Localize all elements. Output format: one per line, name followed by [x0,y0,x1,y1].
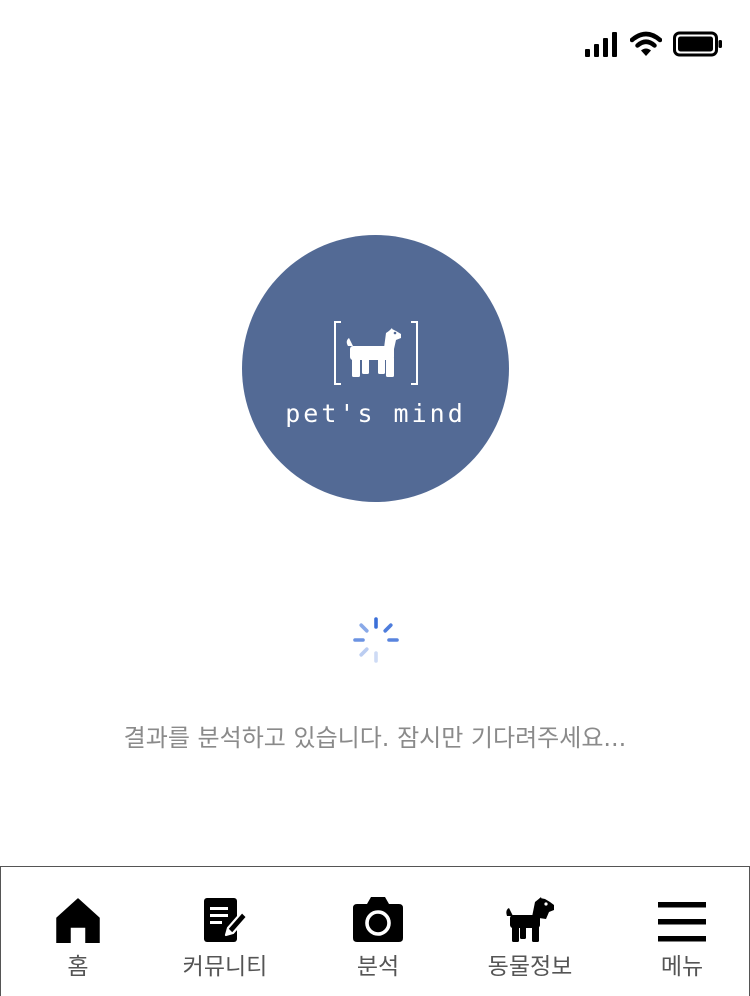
loading-message: 결과를 분석하고 있습니다. 잠시만 기다려주세요... [123,724,627,752]
loading-spinner-icon [351,615,401,665]
status-icons [585,31,723,61]
tab-menu[interactable]: 메뉴 [642,867,722,995]
document-edit-icon [202,895,248,943]
tab-animal-info-label: 동물정보 [487,954,573,980]
status-bar [0,0,750,90]
cellular-signal-icon [585,31,619,61]
dog-icon [505,895,555,943]
tab-analysis-label: 분석 [356,954,400,980]
app-logo: pet's mind [242,235,509,502]
tab-community[interactable]: 커뮤니티 [173,867,277,995]
tab-home-label: 홈 [67,954,89,980]
tab-home[interactable]: 홈 [38,867,118,995]
app-logo-text: pet's mind [285,399,466,428]
tab-menu-label: 메뉴 [660,954,704,980]
bottom-tab-bar: 홈 커뮤니티 분석 동물정보 메뉴 [0,866,750,996]
home-icon [56,895,100,943]
tab-analysis[interactable]: 분석 [338,867,418,995]
hamburger-menu-icon [658,895,706,943]
camera-icon [352,895,404,943]
tab-animal-info[interactable]: 동물정보 [480,867,580,995]
tab-community-label: 커뮤니티 [182,954,268,980]
dog-in-brackets-icon [332,319,420,389]
battery-full-icon [673,31,723,61]
wifi-icon [629,31,663,61]
